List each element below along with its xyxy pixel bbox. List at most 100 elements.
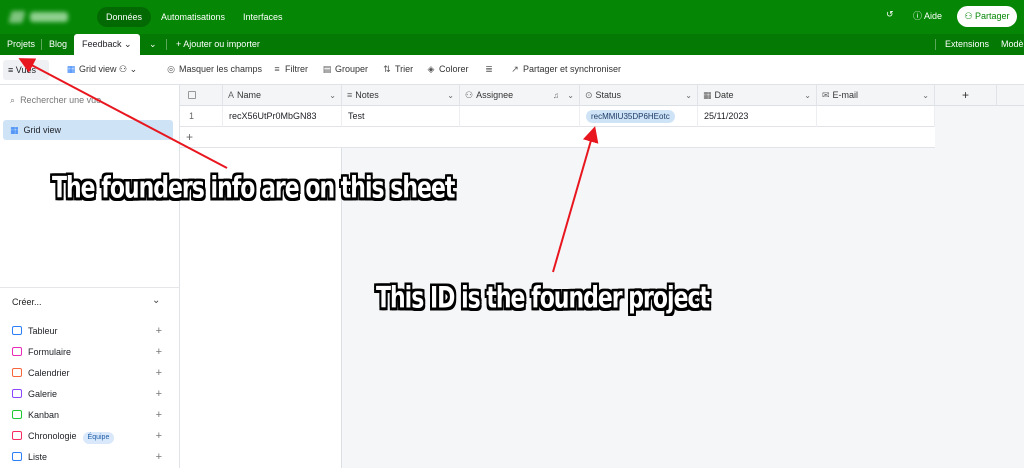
history-icon[interactable]: ↺ (886, 9, 894, 20)
share-button[interactable]: ⚇ Partager (957, 6, 1017, 27)
tab-divider (166, 39, 167, 50)
view-toolbar: ≡ Vues ▦ Grid view ⚇ ⌄ ◎ Masquer les champ… (0, 55, 1024, 85)
create-item-label: Galerie (28, 389, 58, 399)
plus-icon[interactable]: + (156, 407, 162, 423)
views-sidebar: ⌕ Rechercher une vue ▦ Grid view Créer..… (0, 85, 180, 468)
group-button[interactable]: ▤ Grouper (322, 64, 368, 75)
color-label: Colorer (439, 64, 469, 74)
cell-email[interactable] (817, 106, 935, 127)
table-tab-feedback[interactable]: Feedback ⌄ (74, 34, 140, 55)
cell-notes[interactable]: Test (342, 106, 460, 127)
chronologie-view-icon (12, 431, 22, 440)
filter-icon: ≡ (274, 64, 280, 74)
filter-label: Filtrer (285, 64, 308, 74)
formulaire-view-icon (12, 347, 22, 356)
column-label: Date (714, 90, 734, 100)
link-record-icon: ⊙ (585, 90, 593, 100)
base-logo[interactable] (8, 9, 70, 25)
chevron-down-icon: ⌄ (922, 91, 929, 100)
column-label: Notes (355, 90, 379, 100)
plus-icon[interactable]: + (156, 386, 162, 402)
tables-menu-chevron-icon[interactable]: ⌄ (149, 34, 157, 55)
share-sync-label: Partager et synchroniser (523, 64, 622, 74)
plus-icon[interactable]: + (156, 323, 162, 339)
table-tab-blog[interactable]: Blog (49, 34, 67, 55)
add-row-button[interactable]: + (180, 127, 935, 148)
hide-fields-label: Masquer les champs (179, 64, 263, 74)
column-header-status[interactable]: ⊙ Status ⌄ (580, 85, 698, 106)
cell-status[interactable]: recMMIU35DP6HEotc (580, 106, 698, 127)
long-text-icon: ≡ (347, 90, 353, 100)
sidebar-item-grid-view[interactable]: ▦ Grid view (3, 120, 173, 140)
plus-icon[interactable]: + (156, 449, 162, 465)
column-header-date[interactable]: ▦ Date ⌄ (698, 85, 817, 106)
sort-button[interactable]: ⇅ Trier (382, 64, 413, 75)
mode-button[interactable]: Modè (1001, 34, 1024, 55)
column-header-notes[interactable]: ≡ Notes ⌄ (342, 85, 460, 106)
tab-automatisations[interactable]: Automatisations (152, 7, 234, 27)
column-header-email[interactable]: ✉ E-mail ⌄ (817, 85, 935, 106)
view-switcher[interactable]: ▦ Grid view ⚇ ⌄ (66, 64, 137, 75)
cell-assignee[interactable] (460, 106, 580, 127)
chevron-down-icon: ⌄ (804, 91, 811, 100)
add-or-import-label: Ajouter ou importer (183, 39, 260, 49)
paint-bucket-icon: ◈ (427, 64, 435, 74)
column-label: Status (595, 90, 622, 100)
column-header-name[interactable]: A Name ⌄ (223, 85, 342, 106)
create-item-kanban[interactable]: Kanban + (12, 407, 168, 423)
tab-donnees[interactable]: Données (97, 7, 152, 27)
table-tabbar: Projets Blog Feedback ⌄ ⌄ + Ajouter ou i… (0, 34, 1024, 55)
create-item-label: Kanban (28, 410, 60, 420)
data-grid: A Name ⌄ ≡ Notes ⌄ ⚇ Assignee ♫ ⌄ ⊙ Status ⌄ ▦ Dat… (180, 85, 1024, 468)
share-sync-button[interactable]: ↗ Partager et synchroniser (510, 64, 621, 75)
view-search-input[interactable]: ⌕ Rechercher une vue (10, 95, 170, 109)
cell-name[interactable]: recX56UtPr0MbGN83 (223, 106, 342, 127)
create-item-label: Liste (28, 452, 48, 462)
add-column-button[interactable]: + (935, 85, 997, 106)
question-circle-icon: ⓘ (913, 11, 923, 21)
create-section-heading[interactable]: Créer... (12, 297, 42, 307)
group-label: Grouper (335, 64, 369, 74)
grid-icon: ▦ (10, 125, 19, 135)
select-all-checkbox[interactable] (180, 85, 223, 106)
views-toggle-button[interactable]: ≡ Vues (3, 60, 49, 80)
menu-icon: ≡ (8, 65, 14, 75)
create-item-label: Calendrier (28, 368, 70, 378)
sort-label: Trier (395, 64, 414, 74)
search-icon: ⌕ (10, 95, 16, 105)
extensions-button[interactable]: Extensions (945, 34, 989, 55)
cell-date[interactable]: 25/11/2023 (698, 106, 817, 127)
column-header-assignee[interactable]: ⚇ Assignee ♫ ⌄ (460, 85, 580, 106)
chevron-down-icon: ⌄ (567, 91, 574, 100)
help-button[interactable]: ⓘ Aide (913, 9, 942, 22)
table-tab-projets[interactable]: Projets (7, 34, 35, 55)
liste-view-icon (12, 452, 22, 461)
people-icon: ⚇ (964, 11, 973, 21)
plus-icon[interactable]: + (156, 344, 162, 360)
linked-record-pill[interactable]: recMMIU35DP6HEotc (586, 110, 675, 123)
share-external-icon: ↗ (511, 64, 519, 74)
share-label: Partager (975, 11, 1010, 21)
row-height-button[interactable]: ≣ (484, 64, 497, 75)
plus-icon[interactable]: + (156, 365, 162, 381)
create-item-liste[interactable]: Liste + (12, 449, 168, 465)
create-item-chronologie[interactable]: Chronologie Équipe + (12, 428, 168, 444)
add-or-import-button[interactable]: + Ajouter ou importer (176, 34, 260, 55)
create-item-galerie[interactable]: Galerie + (12, 386, 168, 402)
color-button[interactable]: ◈ Colorer (426, 64, 469, 75)
filter-button[interactable]: ≡ Filtrer (272, 64, 308, 74)
create-item-tableur[interactable]: Tableur + (12, 323, 168, 339)
create-item-formulaire[interactable]: Formulaire + (12, 344, 168, 360)
tab-interfaces[interactable]: Interfaces (234, 7, 292, 27)
hide-fields-button[interactable]: ◎ Masquer les champs (166, 64, 262, 75)
create-item-calendrier[interactable]: Calendrier + (12, 365, 168, 381)
calendrier-view-icon (12, 368, 22, 377)
chevron-down-icon[interactable]: ⌄ (152, 295, 160, 306)
table-tab-feedback-label: Feedback (82, 39, 122, 49)
plus-icon[interactable]: + (156, 428, 162, 444)
text-field-icon: A (228, 90, 235, 100)
user-icon: ⚇ (465, 90, 474, 100)
row-number: 1 (180, 106, 223, 127)
annotation-id-note: This ID is the founder project (376, 282, 710, 316)
table-row[interactable]: 1 recX56UtPr0MbGN83 Test recMMIU35DP6HEo… (180, 106, 935, 127)
